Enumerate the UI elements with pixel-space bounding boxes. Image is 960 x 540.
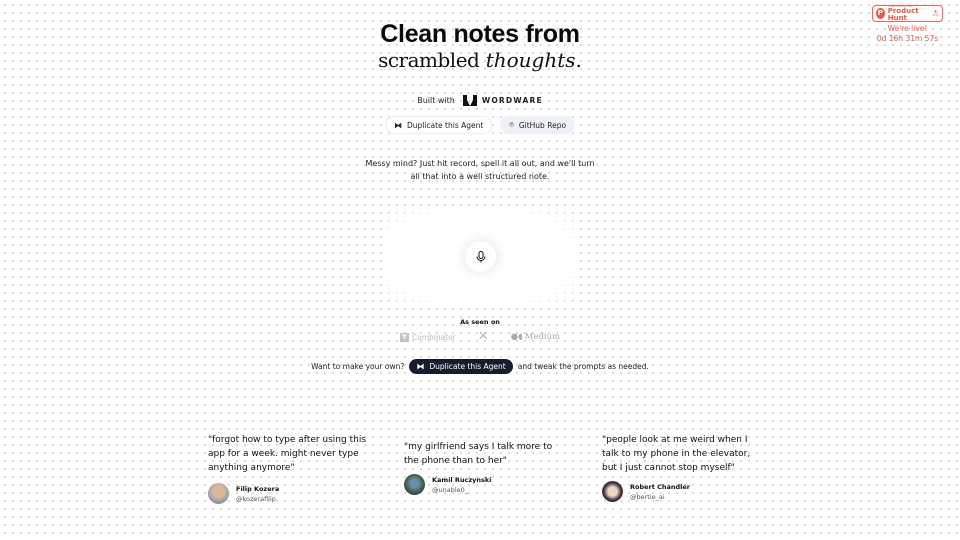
ycombinator-label: Combinator	[411, 332, 456, 342]
built-with-label: Built with	[417, 96, 455, 105]
medium-label: Medium	[524, 332, 561, 342]
wordware-icon: ⧓	[416, 362, 425, 371]
testimonial-card: "my girlfriend says I talk more to the p…	[404, 440, 564, 495]
page-subtitle: scrambled thoughts.	[0, 48, 960, 72]
author-name: Kamil Ruczynski	[432, 475, 492, 484]
avatar	[404, 474, 425, 495]
avatar	[602, 481, 623, 502]
x-logo-icon[interactable]: ✕	[478, 330, 489, 343]
cta-after-text: and tweak the prompts as needed.	[517, 362, 649, 371]
built-with: Built with WORDWARE	[0, 95, 960, 106]
subtitle-period: .	[575, 48, 582, 72]
testimonial-card: "people look at me weird when I talk to …	[602, 433, 762, 502]
cta-duplicate-label: Duplicate this Agent	[429, 362, 506, 371]
wordware-icon: ⧓	[393, 120, 402, 130]
avatar	[208, 483, 229, 504]
github-repo-label: GitHub Repo	[518, 120, 567, 130]
duplicate-agent-label: Duplicate this Agent	[406, 120, 484, 130]
ycombinator-icon: Y	[399, 332, 409, 342]
as-seen-on-label: As seen on	[460, 318, 500, 326]
duplicate-agent-button[interactable]: ⧓ Duplicate this Agent	[384, 116, 493, 134]
tagline: Messy mind? Just hit record, spell it al…	[0, 157, 960, 183]
medium-logo[interactable]: ●◖ Medium	[511, 332, 560, 342]
cta-row: Want to make your own? ⧓ Duplicate this …	[0, 359, 960, 374]
ycombinator-logo[interactable]: Y Combinator	[399, 332, 456, 342]
github-repo-button[interactable]: ⌾ GitHub Repo	[500, 116, 576, 134]
testimonial-author: Filip Kozera @kozerafilip	[208, 483, 368, 504]
testimonial-author: Kamil Ruczynski @unable0_	[404, 474, 564, 495]
press-logos: Y Combinator ✕ ●◖ Medium	[0, 330, 960, 343]
product-hunt-logo-icon: P	[876, 8, 885, 19]
subtitle-scrambled: scrambled	[378, 48, 480, 72]
author-name: Filip Kozera	[236, 484, 280, 493]
medium-icon: ●◖	[510, 332, 523, 342]
cta-duplicate-agent-button[interactable]: ⧓ Duplicate this Agent	[409, 359, 513, 374]
cta-before-text: Want to make your own?	[311, 362, 405, 371]
microphone-icon	[476, 250, 485, 262]
header-actions: ⧓ Duplicate this Agent ⌾ GitHub Repo	[0, 116, 960, 134]
tagline-line-2: all that into a well structured note.	[410, 172, 550, 181]
product-hunt-count: 101	[932, 12, 939, 17]
record-button[interactable]	[465, 241, 496, 272]
wordware-logo-icon	[462, 95, 477, 106]
subtitle-thoughts: thoughts	[485, 48, 576, 72]
tagline-line-1: Messy mind? Just hit record, spell it al…	[365, 159, 595, 168]
wordware-brand[interactable]: WORDWARE	[462, 95, 543, 106]
testimonial-quote: "my girlfriend says I talk more to the p…	[404, 442, 553, 466]
author-handle[interactable]: @kozerafilip	[236, 495, 279, 503]
page-title: Clean notes from	[380, 20, 580, 48]
testimonial-quote: "people look at me weird when I talk to …	[602, 435, 751, 473]
author-handle[interactable]: @unable0_	[432, 486, 491, 494]
author-handle[interactable]: @bertie_ai	[630, 493, 690, 501]
author-name: Robert Chandler	[630, 482, 691, 491]
wordware-name: WORDWARE	[481, 96, 543, 105]
github-icon: ⌾	[509, 120, 514, 129]
testimonial-quote: "forgot how to type after using this app…	[208, 435, 367, 473]
testimonial-author: Robert Chandler @bertie_ai	[602, 481, 762, 502]
testimonial-card: "forgot how to type after using this app…	[208, 433, 368, 504]
